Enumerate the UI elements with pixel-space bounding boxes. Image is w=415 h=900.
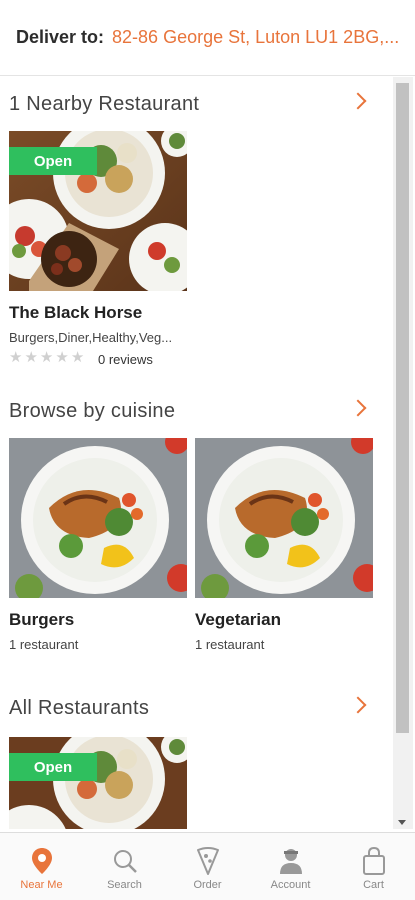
- nav-near-me[interactable]: Near Me: [0, 833, 83, 900]
- nav-label: Search: [107, 879, 142, 891]
- restaurant-cuisines: Burgers,Diner,Healthy,Veg...: [9, 330, 173, 345]
- location-pin-icon: [28, 847, 56, 875]
- nav-label: Account: [270, 879, 311, 891]
- food-platter-image: [9, 737, 187, 829]
- nearby-section-header[interactable]: 1 Nearby Restaurant: [0, 85, 393, 125]
- bottom-navigation: Near Me Search Order Account Cart: [0, 832, 415, 900]
- review-count: 0 reviews: [98, 352, 153, 367]
- star-icon: ★: [70, 349, 85, 366]
- deliver-to-label: Deliver to:: [16, 27, 105, 47]
- nav-account[interactable]: Account: [249, 833, 332, 900]
- delivery-header[interactable]: Deliver to: 82-86 George St, Luton LU1 2…: [0, 0, 415, 76]
- star-icon: ★: [39, 349, 54, 366]
- chicken-plate-image: [9, 438, 187, 598]
- nav-order[interactable]: Order: [166, 833, 249, 900]
- nav-label: Near Me: [20, 879, 63, 891]
- scrollbar[interactable]: [393, 77, 413, 829]
- shopping-bag-icon: [360, 847, 388, 875]
- browse-section-header[interactable]: Browse by cuisine: [0, 392, 393, 432]
- nav-cart[interactable]: Cart: [332, 833, 415, 900]
- cuisine-card-burgers-image[interactable]: [9, 438, 187, 598]
- scroll-down-arrow-icon[interactable]: [398, 820, 406, 825]
- star-icon: ★: [9, 349, 23, 366]
- all-restaurants-section-header[interactable]: All Restaurants: [0, 689, 393, 729]
- chevron-right-icon[interactable]: [349, 399, 367, 417]
- chevron-right-icon[interactable]: [349, 92, 367, 110]
- restaurant-image[interactable]: Open: [9, 131, 187, 291]
- user-icon: [277, 847, 305, 875]
- star-icon: ★: [55, 349, 69, 366]
- cuisine-restaurant-count: 1 restaurant: [9, 637, 79, 652]
- cuisine-restaurant-count: 1 restaurant: [195, 637, 265, 652]
- scrollbar-thumb[interactable]: [396, 83, 409, 733]
- cuisine-name[interactable]: Vegetarian: [195, 610, 281, 630]
- main-content: 1 Nearby Restaurant Open The Black Horse…: [0, 77, 393, 829]
- nav-search[interactable]: Search: [83, 833, 166, 900]
- chevron-right-icon[interactable]: [349, 696, 367, 714]
- search-icon: [111, 847, 139, 875]
- all-restaurants-title: All Restaurants: [9, 697, 150, 719]
- chicken-plate-image: [195, 438, 373, 598]
- nav-label: Order: [193, 879, 222, 891]
- restaurant-image[interactable]: Open: [9, 737, 187, 829]
- rating-stars: ★ ★ ★ ★ ★: [9, 350, 84, 365]
- open-badge: Open: [9, 753, 97, 781]
- pizza-slice-icon: [194, 847, 222, 875]
- cuisine-card-vegetarian-image[interactable]: [195, 438, 373, 598]
- browse-section-title: Browse by cuisine: [9, 400, 176, 422]
- cuisine-name[interactable]: Burgers: [9, 610, 74, 630]
- nearby-section-title: 1 Nearby Restaurant: [9, 93, 200, 115]
- star-icon: ★: [24, 349, 38, 366]
- open-badge: Open: [9, 147, 97, 175]
- restaurant-name[interactable]: The Black Horse: [9, 303, 142, 323]
- nav-label: Cart: [363, 879, 384, 891]
- delivery-address[interactable]: 82-86 George St, Luton LU1 2BG,...: [112, 27, 399, 48]
